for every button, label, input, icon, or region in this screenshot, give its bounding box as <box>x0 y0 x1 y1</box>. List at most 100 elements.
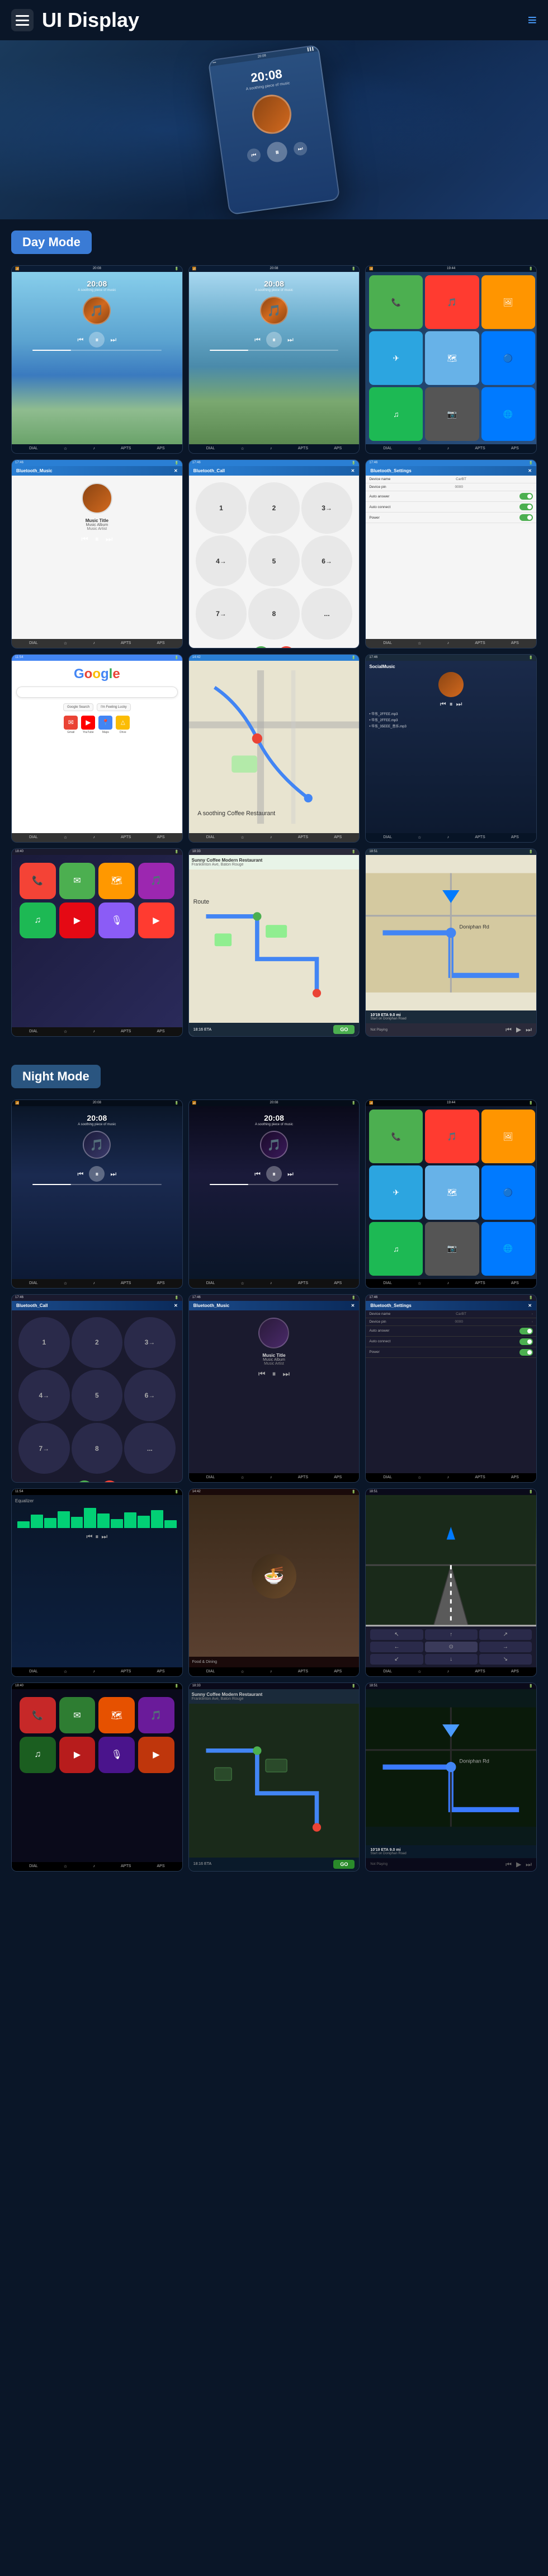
m-star[interactable]: ☆ <box>241 835 244 840</box>
na-note[interactable]: ♪ <box>447 1281 450 1286</box>
nbs-apts[interactable]: APTS <box>475 1475 485 1480</box>
dial-6[interactable]: 6→ <box>301 535 353 587</box>
bb-aps-a[interactable]: APS <box>511 446 519 451</box>
cp-apts[interactable]: APTS <box>121 1030 131 1034</box>
bb-apts[interactable]: APTS <box>121 446 131 451</box>
social-file-1[interactable]: • 华东_2FFEE.mp3 <box>369 711 533 716</box>
social-prev[interactable]: ⏮ <box>440 700 446 708</box>
m-aps[interactable]: APS <box>334 835 342 840</box>
night-play-2[interactable]: ⏸ <box>266 1166 282 1182</box>
night-play-1[interactable]: ⏸ <box>89 1166 105 1182</box>
night-bt-chevron-2[interactable]: › <box>532 1320 533 1324</box>
car-podcast[interactable]: 🎙 <box>98 902 135 939</box>
bm-star[interactable]: ☆ <box>64 641 67 646</box>
ncp-star[interactable]: ☆ <box>64 1864 67 1869</box>
sm-dial[interactable]: DIAL <box>383 835 392 840</box>
nr-apts[interactable]: APTS <box>475 1670 485 1674</box>
neq-apts[interactable]: APTS <box>121 1670 131 1674</box>
app-spotify[interactable]: ♫ <box>369 387 423 441</box>
nbm-apts[interactable]: APTS <box>298 1475 308 1480</box>
nm-dial-2[interactable]: DIAL <box>206 1281 215 1286</box>
bt-music-close[interactable]: ✕ <box>174 468 178 473</box>
m-note[interactable]: ♪ <box>270 835 272 840</box>
night-dial-2[interactable]: 2 <box>72 1317 123 1369</box>
night-app-phone[interactable]: 📞 <box>369 1110 423 1163</box>
ncp-apts[interactable]: APTS <box>121 1864 131 1869</box>
night-app-bt[interactable]: 🔵 <box>481 1165 535 1219</box>
nr-aps[interactable]: APS <box>511 1670 519 1674</box>
nm-note-2[interactable]: ♪ <box>270 1281 272 1286</box>
app-bt[interactable]: 🔵 <box>481 331 535 385</box>
na-dial[interactable]: DIAL <box>383 1281 392 1286</box>
night-dial-5[interactable]: 5 <box>72 1370 123 1421</box>
sm-star[interactable]: ☆ <box>418 835 421 840</box>
night-road-btn-7[interactable]: ↓ <box>425 1654 478 1665</box>
night-dial-4[interactable]: 4→ <box>18 1370 70 1421</box>
dial-9[interactable]: ... <box>301 588 353 640</box>
night-dial-3[interactable]: 3→ <box>124 1317 176 1369</box>
car-maps2[interactable]: 🗺 <box>98 863 135 899</box>
play-btn-2[interactable]: ⏸ <box>266 332 282 347</box>
dial-5[interactable]: 5 <box>248 535 300 587</box>
bt-music-controls[interactable]: ⏮ ⏸ ⏭ <box>81 534 112 544</box>
g-app-maps[interactable]: 📍Maps <box>98 716 112 734</box>
night-car-youtube[interactable]: ▶ <box>138 1737 174 1773</box>
bt-call-close[interactable]: ✕ <box>351 468 355 473</box>
night-bt-chevron-1[interactable]: › <box>532 1312 533 1316</box>
night-bt-auto-connect-toggle[interactable] <box>519 1338 533 1345</box>
cp-note[interactable]: ♪ <box>93 1030 95 1034</box>
nbm-star[interactable]: ☆ <box>241 1475 244 1480</box>
neq-aps[interactable]: APS <box>157 1670 164 1674</box>
night-nav2-prev[interactable]: ⏮ <box>506 1860 512 1869</box>
nm-apts-1[interactable]: APTS <box>121 1281 131 1286</box>
neq-note[interactable]: ♪ <box>93 1670 95 1674</box>
bb-star[interactable]: ☆ <box>64 446 67 451</box>
social-play[interactable]: ⏸ <box>450 700 453 708</box>
bt-next[interactable]: ⏭ <box>106 534 113 544</box>
bm-dial[interactable]: DIAL <box>29 641 38 646</box>
bt-prev[interactable]: ⏮ <box>81 534 88 544</box>
nav2-play[interactable]: ▶ <box>516 1026 521 1034</box>
night-car-phone[interactable]: 📞 <box>20 1697 56 1733</box>
nr-star[interactable]: ☆ <box>418 1670 421 1674</box>
bs-note[interactable]: ♪ <box>447 641 450 646</box>
night-road-btn-4[interactable]: ← <box>370 1642 423 1652</box>
bb-aps[interactable]: APS <box>157 446 164 451</box>
night-car-music[interactable]: 🎵 <box>138 1697 174 1733</box>
bt-settings-close[interactable]: ✕ <box>528 468 532 473</box>
ncp-aps[interactable]: APS <box>157 1864 164 1869</box>
night-bt-power-toggle[interactable] <box>519 1349 533 1356</box>
app-photos[interactable]: 🖼 <box>481 275 535 329</box>
prev-btn-1[interactable]: ⏮ <box>78 336 84 344</box>
google-lucky-btn[interactable]: I'm Feeling Lucky <box>97 703 131 711</box>
bb-star-2[interactable]: ☆ <box>241 446 244 451</box>
bb-dial[interactable]: DIAL <box>29 446 38 451</box>
nav2-next[interactable]: ⏭ <box>526 1026 532 1034</box>
google-search-btn[interactable]: Google Search <box>63 703 93 711</box>
social-file-2[interactable]: • 华东_2FFEE.mp3 <box>369 717 533 722</box>
night-call-btn[interactable]: 📞 <box>76 1480 93 1483</box>
app-telegram[interactable]: ✈ <box>369 331 423 385</box>
nf-dial[interactable]: DIAL <box>206 1670 215 1674</box>
dial-3[interactable]: 3→ <box>301 482 353 534</box>
music-controls-2[interactable]: ⏮ ⏸ ⏭ <box>254 332 294 347</box>
night-bt-settings-close[interactable]: ✕ <box>528 1303 532 1308</box>
sm-note[interactable]: ♪ <box>447 835 450 840</box>
night-controls-2[interactable]: ⏮ ⏸ ⏭ <box>254 1166 294 1182</box>
map-content[interactable]: A soothing Coffee Restaurant <box>189 661 360 833</box>
night-dial-7[interactable]: 7→ <box>18 1423 70 1474</box>
bt-auto-connect-toggle[interactable] <box>519 504 533 510</box>
night-dial-1[interactable]: 1 <box>18 1317 70 1369</box>
app-waze[interactable]: 🗺 <box>425 331 479 385</box>
dial-7[interactable]: 7→ <box>196 588 247 640</box>
neq-star[interactable]: ☆ <box>64 1670 67 1674</box>
night-eq-prev[interactable]: ⏮ <box>87 1533 93 1541</box>
night-app-photos[interactable]: 🖼 <box>481 1110 535 1163</box>
nav-map-area[interactable]: Route <box>189 869 360 1023</box>
bt-play[interactable]: ⏸ <box>95 534 99 544</box>
bb-music-a[interactable]: ♪ <box>447 446 450 451</box>
g-star[interactable]: ☆ <box>64 835 67 840</box>
nf-aps[interactable]: APS <box>334 1670 342 1674</box>
m-apts[interactable]: APTS <box>298 835 308 840</box>
sm-aps[interactable]: APS <box>511 835 519 840</box>
